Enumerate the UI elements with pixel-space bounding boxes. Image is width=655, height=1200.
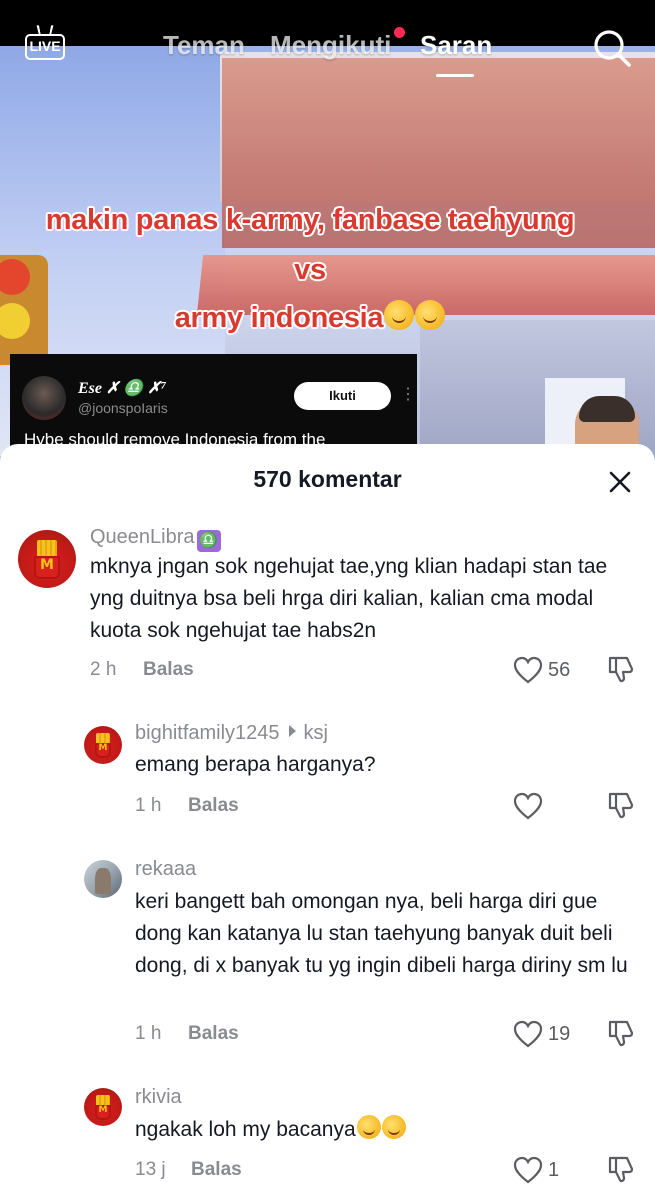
comment-time: 1 h: [135, 1023, 162, 1044]
rofl-emoji: [415, 300, 446, 330]
more-icon: ⋮: [400, 386, 416, 403]
rofl-emoji: [356, 1115, 381, 1139]
tab-teman[interactable]: Teman: [163, 30, 245, 61]
like-count: 1: [548, 1159, 560, 1181]
avatar[interactable]: [84, 860, 122, 898]
dislike-icon[interactable]: [607, 1018, 635, 1048]
comment-time: 1 h: [135, 795, 162, 816]
video-caption-line: vs: [294, 254, 326, 286]
heart-icon[interactable]: [513, 1156, 543, 1184]
top-navigation: LIVE Teman Mengikuti Saran: [0, 22, 655, 77]
comment-text: keri bangett bah omongan nya, beli harga…: [135, 890, 628, 977]
tweet-author-name: Ese ✗ ♎ ✗⁷: [78, 380, 167, 397]
comment-text-body: ngakak loh my bacanya: [135, 1118, 356, 1141]
embedded-tweet: Ese ✗ ♎ ✗⁷ @joonspoIaris Ikuti ⋮ Hybe sh…: [10, 354, 417, 454]
comments-panel: 570 komentar M QueenLibra ♎ mknya jngan s…: [0, 444, 655, 1200]
video-caption-text: army indonesia: [174, 302, 384, 334]
comment-username[interactable]: rkivia: [135, 1086, 182, 1109]
close-icon[interactable]: [606, 468, 634, 496]
tweet-handle: @joonspoIaris: [78, 400, 168, 416]
search-icon[interactable]: [592, 28, 632, 68]
comment-username[interactable]: bighitfamily1245 ksj: [135, 722, 328, 745]
reply-button[interactable]: Balas: [188, 795, 239, 817]
dislike-icon[interactable]: [607, 790, 635, 820]
comment-text: mknya jngan sok ngehujat tae,yng klian h…: [90, 555, 608, 642]
active-tab-indicator: [436, 74, 474, 77]
avatar[interactable]: M: [84, 1088, 122, 1126]
dislike-icon[interactable]: [607, 654, 635, 684]
comment-username[interactable]: rekaaa: [135, 858, 196, 881]
comment-text: emang berapa harganya?: [135, 753, 376, 776]
heart-icon[interactable]: [513, 1020, 543, 1048]
comments-count-title: 570 komentar: [253, 466, 402, 492]
username-text: QueenLibra: [90, 526, 195, 548]
like-count: 19: [548, 1023, 571, 1045]
reply-button[interactable]: Balas: [143, 659, 194, 681]
avatar[interactable]: M: [18, 530, 76, 588]
tab-saran[interactable]: Saran: [420, 30, 492, 61]
tweet-follow-button: Ikuti: [294, 382, 391, 410]
comment-time: 2 h: [90, 659, 117, 680]
comment-time: 13 j: [135, 1159, 166, 1180]
username-text: bighitfamily1245: [135, 722, 280, 744]
dislike-icon[interactable]: [607, 1154, 635, 1184]
comment-text: ngakak loh my bacanya: [135, 1114, 625, 1146]
heart-icon[interactable]: [513, 792, 543, 820]
video-caption-line: makin panas k-army, fanbase taehyung: [45, 204, 575, 236]
rofl-emoji: [381, 1115, 406, 1139]
rofl-emoji: [384, 300, 415, 330]
reply-button[interactable]: Balas: [191, 1159, 242, 1181]
like-count: 56: [548, 659, 571, 681]
libra-icon: ♎: [196, 530, 221, 552]
tab-mengikuti[interactable]: Mengikuti: [270, 30, 391, 61]
avatar[interactable]: M: [84, 726, 122, 764]
reply-arrow-icon: [288, 725, 296, 737]
tweet-avatar: [22, 376, 66, 420]
comment-username[interactable]: QueenLibra ♎: [90, 526, 221, 552]
notification-dot: [394, 27, 405, 38]
heart-icon[interactable]: [513, 656, 543, 684]
video-caption-line: army indonesia: [0, 300, 620, 335]
reply-to-username: ksj: [303, 722, 328, 744]
reply-button[interactable]: Balas: [188, 1023, 239, 1045]
live-icon[interactable]: LIVE: [25, 25, 65, 60]
live-label: LIVE: [25, 34, 65, 60]
